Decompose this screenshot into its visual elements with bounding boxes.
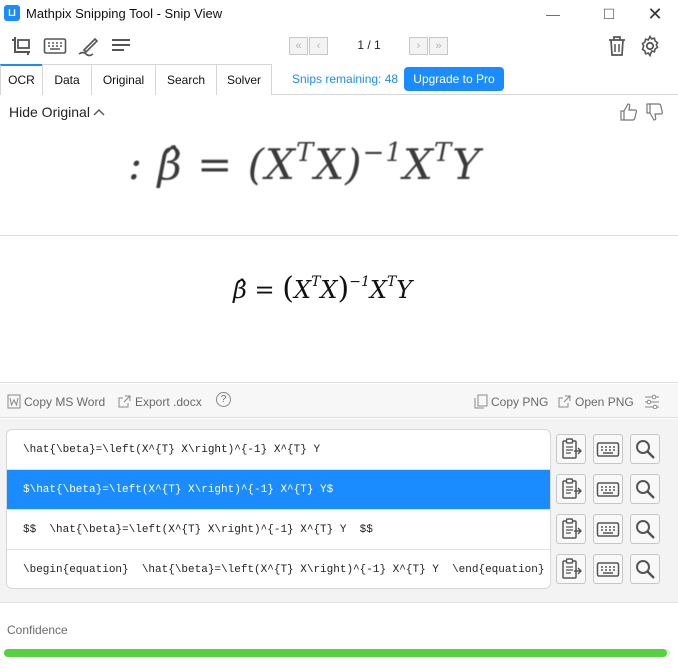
tab-search[interactable]: Search xyxy=(155,64,217,95)
screenshot-icon[interactable] xyxy=(10,34,34,58)
keyboard-button[interactable] xyxy=(593,514,623,544)
page-count: 1 / 1 xyxy=(357,38,381,52)
result-actions xyxy=(556,431,666,467)
copy-icon xyxy=(474,394,488,409)
search-button[interactable] xyxy=(630,514,660,544)
search-button[interactable] xyxy=(630,474,660,504)
confidence-area: Confidence xyxy=(0,602,678,668)
result-actions xyxy=(556,471,666,507)
gear-icon[interactable] xyxy=(638,34,662,58)
hide-original-toggle[interactable]: Hide Original xyxy=(9,104,106,120)
next-page-button[interactable]: › xyxy=(409,37,428,55)
clipboard-button[interactable] xyxy=(556,514,586,544)
copy-png-label: Copy PNG xyxy=(491,394,549,409)
keyboard-icon[interactable] xyxy=(43,34,67,58)
first-page-button[interactable]: « xyxy=(289,37,308,55)
clipboard-icon xyxy=(559,477,583,506)
clipboard-icon xyxy=(559,557,583,586)
prev-page-button[interactable]: ‹ xyxy=(309,37,328,55)
copy-png-button[interactable]: Copy PNG xyxy=(474,394,548,409)
last-page-button[interactable]: » xyxy=(429,37,448,55)
snips-remaining: Snips remaining: 48 xyxy=(292,72,399,86)
export-docx-button[interactable]: Export .docx xyxy=(117,394,202,409)
keyboard-icon xyxy=(596,437,620,466)
external-link-icon xyxy=(558,395,571,408)
open-png-button[interactable]: Open PNG xyxy=(557,394,634,409)
rendered-formula-panel: β̂ = (XTX)−1XTY xyxy=(0,237,678,383)
maximize-button[interactable]: ☐ xyxy=(594,2,624,26)
search-icon xyxy=(633,477,657,506)
title-bar: ⊔ Mathpix Snipping Tool - Snip View — ☐ … xyxy=(0,0,678,28)
export-docx-label: Export .docx xyxy=(135,394,202,409)
latex-result-row-selected[interactable]: $\hat{\beta}=\left(X^{T} X\right)^{-1} X… xyxy=(7,470,550,510)
copy-bar: Copy MS Word Export .docx ? Copy PNG Ope… xyxy=(0,384,678,418)
clipboard-button[interactable] xyxy=(556,554,586,584)
toolbar: « ‹ 1 / 1 › » xyxy=(0,28,678,64)
keyboard-icon xyxy=(596,517,620,546)
word-icon xyxy=(7,394,21,409)
pager-forward: › » xyxy=(409,37,448,55)
confidence-bar xyxy=(4,649,670,657)
minimize-button[interactable]: — xyxy=(538,2,568,26)
clipboard-icon xyxy=(559,437,583,466)
close-button[interactable]: ✕ xyxy=(640,2,670,26)
rendered-formula: β̂ = (XTX)−1XTY xyxy=(233,271,413,306)
confidence-bar-fill xyxy=(4,649,667,657)
hide-original-label: Hide Original xyxy=(9,104,90,120)
tab-data[interactable]: Data xyxy=(42,64,92,95)
copy-ms-word-button[interactable]: Copy MS Word xyxy=(7,394,105,409)
clipboard-icon xyxy=(559,517,583,546)
copy-ms-word-label: Copy MS Word xyxy=(24,394,106,409)
keyboard-icon xyxy=(596,477,620,506)
latex-result-row[interactable]: $$ \hat{\beta}=\left(X^{T} X\right)^{-1}… xyxy=(7,510,550,550)
result-actions xyxy=(556,511,666,547)
latex-results-area: \hat{\beta}=\left(X^{T} X\right)^{-1} X^… xyxy=(0,419,678,602)
latex-result-row[interactable]: \hat{\beta}=\left(X^{T} X\right)^{-1} X^… xyxy=(7,430,550,470)
keyboard-button[interactable] xyxy=(593,434,623,464)
upgrade-button[interactable]: Upgrade to Pro xyxy=(404,67,504,91)
clipboard-button[interactable] xyxy=(556,474,586,504)
pager-back: « ‹ xyxy=(289,37,328,55)
trash-icon[interactable] xyxy=(605,34,629,58)
keyboard-icon xyxy=(596,557,620,586)
thumbs-down-icon[interactable] xyxy=(645,102,665,122)
keyboard-button[interactable] xyxy=(593,474,623,504)
tab-ocr[interactable]: OCR xyxy=(0,64,43,95)
thumbs-up-icon[interactable] xyxy=(619,102,639,122)
search-button[interactable] xyxy=(630,434,660,464)
search-icon xyxy=(633,557,657,586)
latex-results-list: \hat{\beta}=\left(X^{T} X\right)^{-1} X^… xyxy=(6,429,551,589)
result-actions xyxy=(556,551,666,587)
help-icon[interactable]: ? xyxy=(216,392,231,407)
settings-sliders-icon[interactable] xyxy=(644,394,660,409)
window-title: Mathpix Snipping Tool - Snip View xyxy=(26,6,223,21)
tab-bar: OCR Data Original Search Solver Snips re… xyxy=(0,64,678,95)
original-panel: Hide Original : β̂ = (XTX)−1XTY xyxy=(0,96,678,236)
confidence-label: Confidence xyxy=(7,623,68,637)
mathpix-logo-icon: ⊔ xyxy=(4,5,20,21)
original-snip-image: : β̂ = (XTX)−1XTY xyxy=(128,138,481,189)
menu-icon[interactable] xyxy=(109,34,133,58)
tab-original[interactable]: Original xyxy=(91,64,156,95)
external-link-icon xyxy=(118,395,131,408)
chevron-up-icon xyxy=(93,109,105,116)
latex-result-row[interactable]: \begin{equation} \hat{\beta}=\left(X^{T}… xyxy=(7,550,550,588)
clipboard-button[interactable] xyxy=(556,434,586,464)
keyboard-button[interactable] xyxy=(593,554,623,584)
search-icon xyxy=(633,437,657,466)
handwriting-icon[interactable] xyxy=(76,34,100,58)
search-button[interactable] xyxy=(630,554,660,584)
open-png-label: Open PNG xyxy=(575,394,634,409)
tab-solver[interactable]: Solver xyxy=(216,64,272,95)
search-icon xyxy=(633,517,657,546)
